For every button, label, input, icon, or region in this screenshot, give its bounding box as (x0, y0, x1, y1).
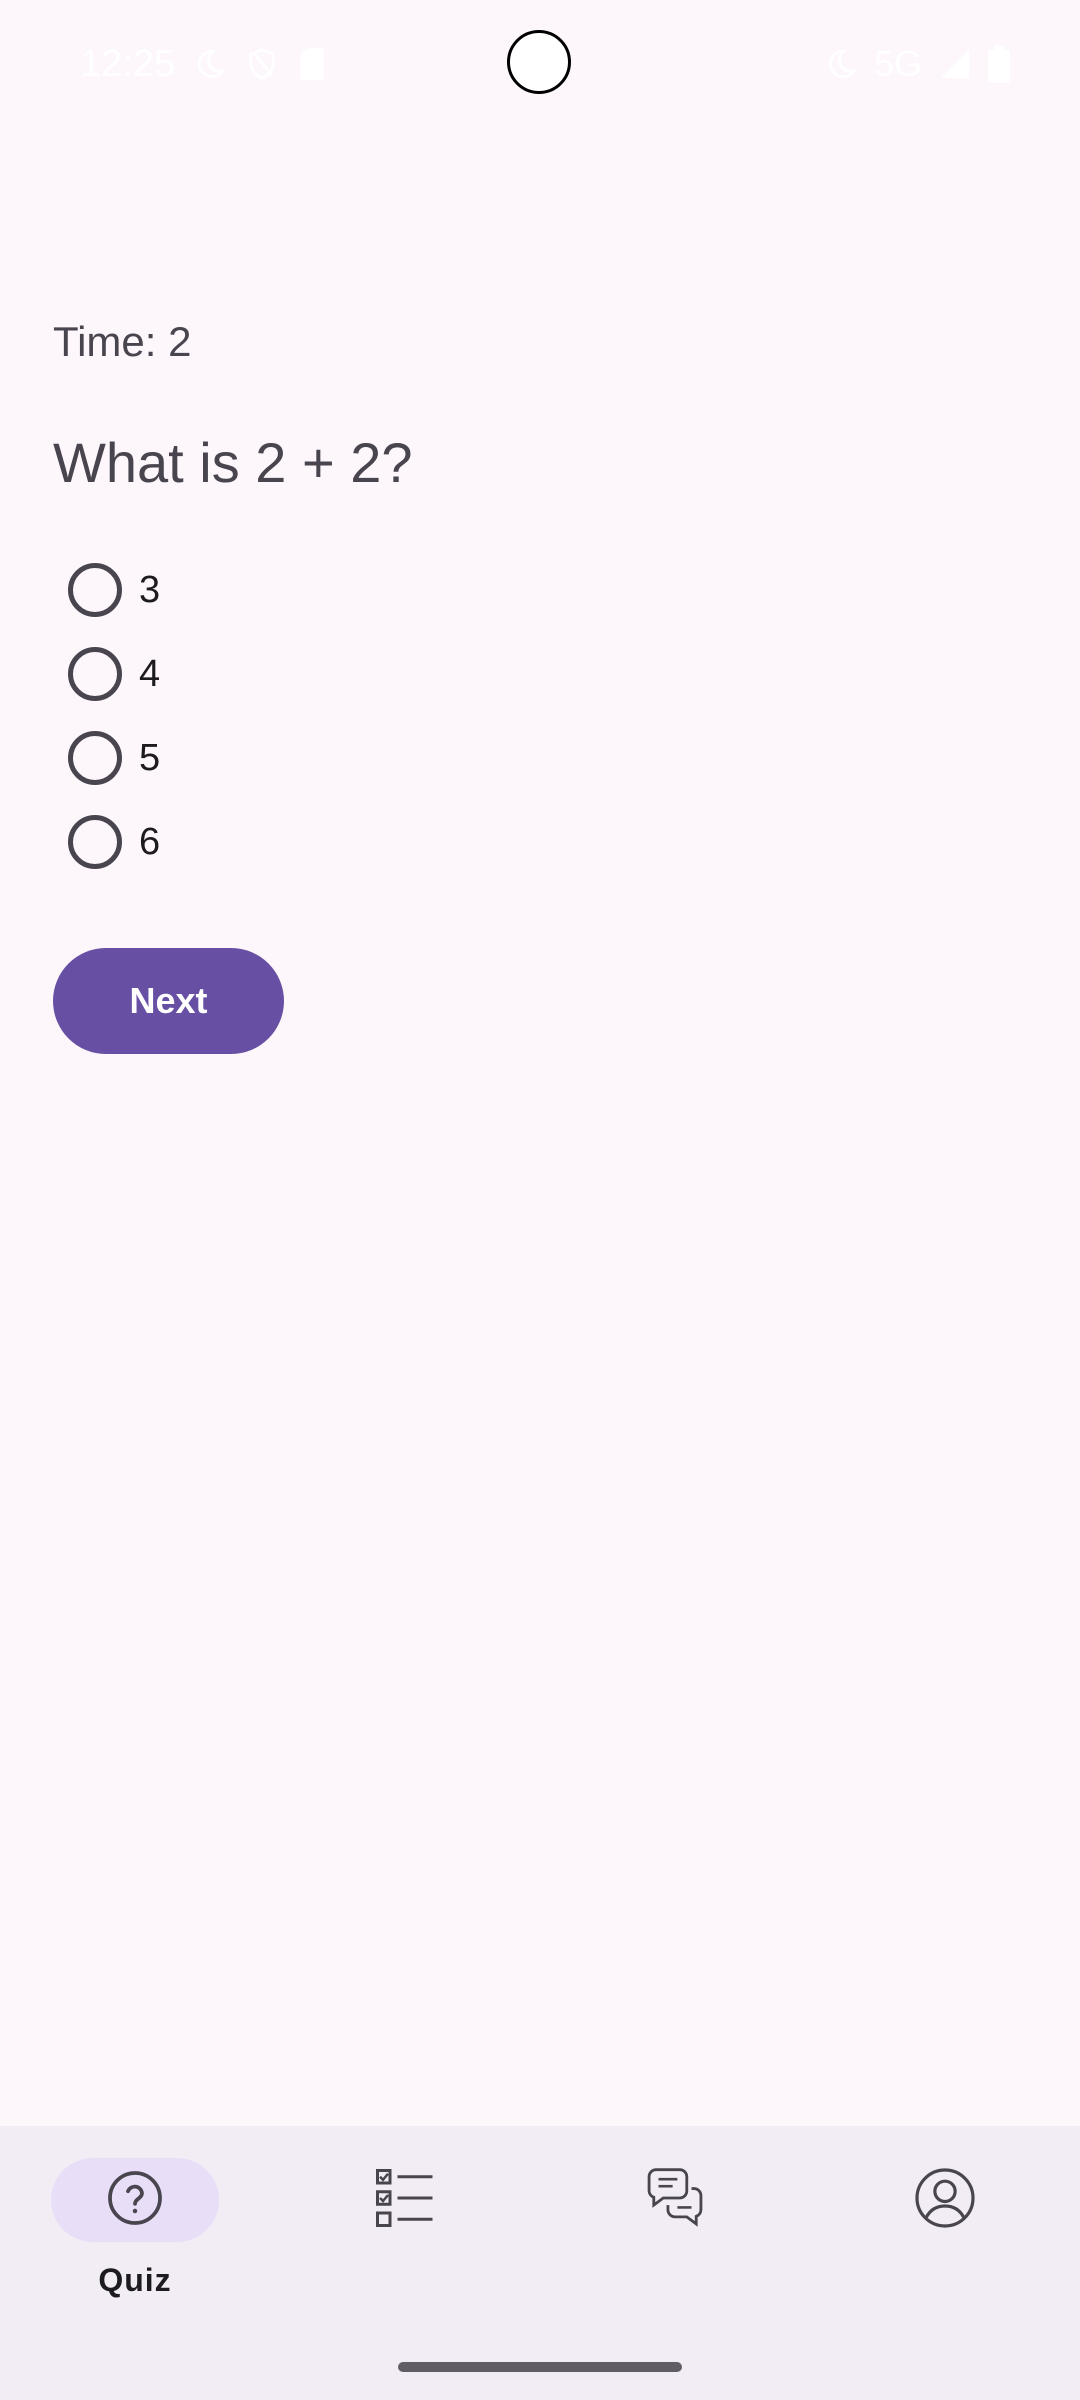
answer-option[interactable]: 4 (53, 632, 653, 716)
nav-label-quiz: Quiz (98, 2262, 172, 2298)
option-label: 6 (139, 820, 161, 863)
battery-icon (988, 45, 1010, 83)
option-label: 5 (139, 736, 161, 779)
radio-circle-icon (68, 563, 122, 617)
status-bar-left: 12:25 (80, 38, 327, 90)
radio-circle-icon (68, 815, 122, 869)
quiz-screen: 12:25 5G Time: 2 What is 2 + 2? 3 4 5 6 … (0, 0, 1080, 2400)
help-circle-icon (105, 2168, 165, 2233)
radio-button[interactable] (53, 800, 137, 884)
nav-item-profile[interactable] (810, 2158, 1080, 2318)
radio-button[interactable] (53, 716, 137, 800)
nav-item-chat[interactable] (540, 2158, 810, 2318)
nav-item-list[interactable] (270, 2158, 540, 2318)
shield-icon (245, 47, 279, 81)
status-bar-right: 5G (824, 38, 1010, 90)
chat-bubbles-icon (642, 2165, 708, 2236)
status-time: 12:25 (80, 42, 176, 85)
answer-option[interactable]: 3 (53, 548, 653, 632)
moon-icon (824, 47, 858, 81)
sim-card-icon (297, 47, 327, 81)
option-label: 3 (139, 568, 161, 611)
camera-cutout (507, 30, 571, 94)
answer-option[interactable]: 5 (53, 716, 653, 800)
radio-button[interactable] (53, 548, 137, 632)
nav-icon-container (861, 2158, 1029, 2242)
nav-icon-container (591, 2158, 759, 2242)
option-label: 4 (139, 652, 161, 695)
moon-icon (193, 47, 227, 81)
nav-item-quiz[interactable]: Quiz (0, 2158, 270, 2318)
nav-icon-container (321, 2158, 489, 2242)
home-gesture-bar[interactable] (398, 2362, 682, 2372)
checklist-icon (370, 2163, 440, 2238)
answer-options: 3 4 5 6 (53, 548, 653, 884)
radio-circle-icon (68, 647, 122, 701)
next-button[interactable]: Next (53, 948, 284, 1054)
bottom-navigation-bar: Quiz (0, 2126, 1080, 2400)
timer-text: Time: 2 (53, 318, 192, 365)
account-icon (913, 2166, 977, 2235)
radio-button[interactable] (53, 632, 137, 716)
nav-active-indicator (51, 2158, 219, 2242)
network-type: 5G (873, 43, 922, 84)
question-text: What is 2 + 2? (53, 431, 413, 494)
answer-option[interactable]: 6 (53, 800, 653, 884)
status-bar: 12:25 5G (0, 0, 1080, 130)
signal-icon (938, 47, 972, 81)
radio-circle-icon (68, 731, 122, 785)
